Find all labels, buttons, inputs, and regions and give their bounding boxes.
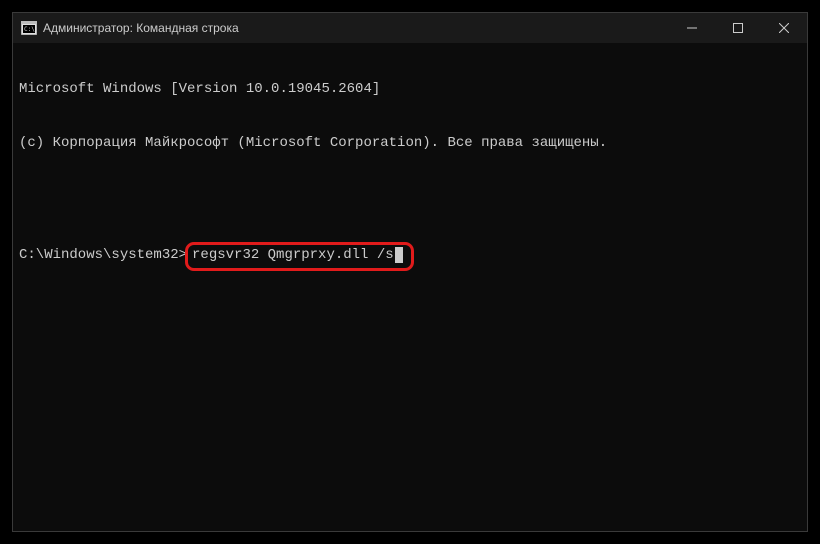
window-title: Администратор: Командная строка	[43, 21, 239, 35]
prompt-path: C:\Windows\system32>	[19, 247, 187, 265]
titlebar[interactable]: C:\ Администратор: Командная строка	[13, 13, 807, 43]
minimize-button[interactable]	[669, 13, 715, 43]
command-highlight: regsvr32 Qmgrprxy.dll /s	[185, 242, 414, 271]
console-output[interactable]: Microsoft Windows [Version 10.0.19045.26…	[13, 43, 807, 531]
svg-text:C:\: C:\	[24, 26, 35, 33]
command-text: regsvr32 Qmgrprxy.dll /s	[192, 247, 394, 263]
console-line: Microsoft Windows [Version 10.0.19045.26…	[19, 81, 801, 99]
window-controls	[669, 13, 807, 43]
maximize-button[interactable]	[715, 13, 761, 43]
text-cursor	[395, 247, 403, 263]
console-line: (c) Корпорация Майкрософт (Microsoft Cor…	[19, 135, 801, 153]
cmd-icon: C:\	[21, 20, 37, 36]
command-prompt-window: C:\ Администратор: Командная строка Micr…	[12, 12, 808, 532]
prompt-line: C:\Windows\system32> regsvr32 Qmgrprxy.dl…	[19, 242, 801, 271]
close-button[interactable]	[761, 13, 807, 43]
console-blank-line	[19, 188, 801, 206]
